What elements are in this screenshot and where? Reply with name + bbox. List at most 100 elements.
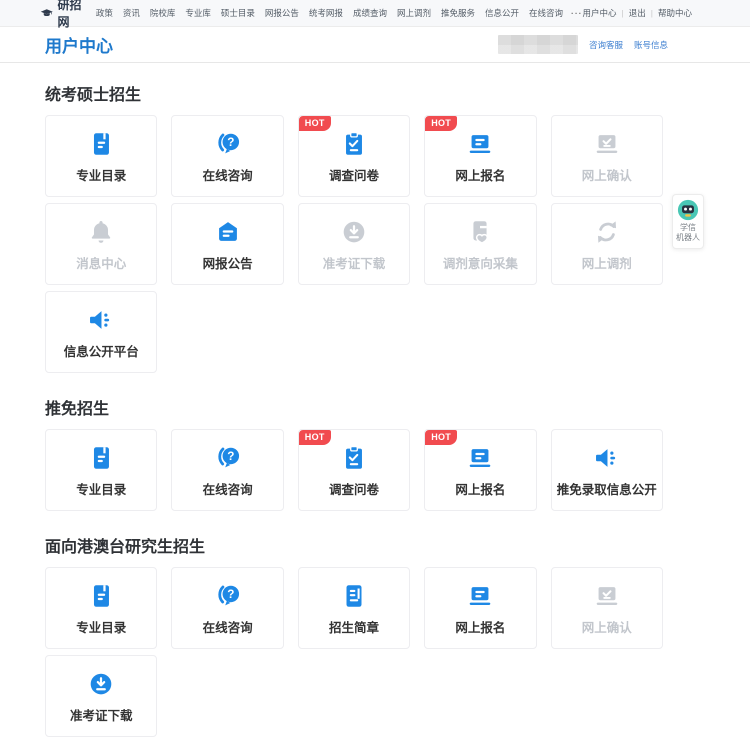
- card-admission-ticket-download[interactable]: 准考证下载: [45, 655, 157, 737]
- robot-avatar-icon: [677, 199, 699, 221]
- notebook-icon: [86, 581, 116, 611]
- chat-question-icon: ?: [213, 581, 243, 611]
- hot-badge: HOT: [299, 430, 331, 445]
- card-tuimian-admission-disclosure[interactable]: 推免录取信息公开: [551, 429, 663, 511]
- card-online-registration[interactable]: 网上报名: [424, 567, 536, 649]
- nav-item-0[interactable]: 政策: [94, 7, 115, 19]
- more-menu-icon[interactable]: ···: [571, 8, 583, 18]
- hot-badge: HOT: [299, 116, 331, 131]
- nav-account-links: 用户中心|退出|帮助中心: [583, 7, 692, 19]
- notebook-icon: [86, 129, 116, 159]
- card-admission-guide[interactable]: 招生简章: [298, 567, 410, 649]
- clipboard-check-icon: [339, 443, 369, 473]
- site-logo-text: 研招网: [58, 0, 82, 30]
- card-label: 网上调剂: [582, 253, 632, 272]
- card-online-consult[interactable]: ? 在线咨询: [171, 567, 283, 649]
- user-name-redacted: [498, 35, 578, 54]
- card-survey-questionnaire[interactable]: HOT 调查问卷: [298, 115, 410, 197]
- section-unified-exam-masters: 统考硕士招生专业目录?在线咨询HOT调查问卷HOT网上报名网上确认消息中心网报公…: [45, 86, 663, 373]
- card-major-catalog[interactable]: 专业目录: [45, 429, 157, 511]
- nav-item-6[interactable]: 统考网报: [307, 7, 345, 19]
- card-major-catalog[interactable]: 专业目录: [45, 567, 157, 649]
- card-major-catalog[interactable]: 专业目录: [45, 115, 157, 197]
- section-hk-macao-taiwan: 面向港澳台研究生招生专业目录? 在线咨询 招生简章 网上报名网上确认准考证下载: [45, 538, 663, 737]
- nav-item-1[interactable]: 资讯: [121, 7, 142, 19]
- laptop-icon: [465, 129, 495, 159]
- card-grid: 专业目录?在线咨询HOT调查问卷HOT网上报名推免录取信息公开: [45, 429, 663, 511]
- nav-item-10[interactable]: 信息公开: [483, 7, 521, 19]
- card-label: 调查问卷: [329, 165, 379, 184]
- card-label: 网上报名: [455, 479, 505, 498]
- account-info-link[interactable]: 账号信息: [634, 39, 668, 51]
- nav-item-9[interactable]: 推免服务: [439, 7, 477, 19]
- nav-item-7[interactable]: 成绩查询: [351, 7, 389, 19]
- card-grid: 专业目录?在线咨询HOT调查问卷HOT网上报名网上确认消息中心网报公告准考证下载…: [45, 115, 663, 373]
- nav-item-4[interactable]: 硕士目录: [219, 7, 257, 19]
- laptop-check-icon: [592, 129, 622, 159]
- account-link-2[interactable]: 帮助中心: [658, 7, 692, 19]
- card-survey-questionnaire[interactable]: HOT调查问卷: [298, 429, 410, 511]
- separator: |: [622, 8, 624, 18]
- download-circle-icon: [339, 217, 369, 247]
- card-online-registration[interactable]: HOT网上报名: [424, 115, 536, 197]
- card-grid: 专业目录? 在线咨询 招生简章 网上报名网上确认准考证下载: [45, 567, 663, 737]
- card-online-consult[interactable]: ? 在线咨询: [171, 115, 283, 197]
- card-label: 专业目录: [76, 479, 126, 498]
- card-online-registration[interactable]: HOT网上报名: [424, 429, 536, 511]
- navbar-left: 研招网 政策资讯院校库专业库硕士目录网报公告统考网报成绩查询网上调剂推免服务信息…: [40, 0, 583, 30]
- clipboard-check-icon: [339, 129, 369, 159]
- refresh-icon: [592, 217, 622, 247]
- graduation-cap-icon: [40, 6, 54, 20]
- card-label: 准考证下载: [70, 705, 133, 724]
- site-logo[interactable]: 研招网: [40, 0, 82, 30]
- laptop-icon: [465, 581, 495, 611]
- card-admission-ticket-download: 准考证下载: [298, 203, 410, 285]
- card-label: 网上确认: [582, 165, 632, 184]
- main-nav: 政策资讯院校库专业库硕士目录网报公告统考网报成绩查询网上调剂推免服务信息公开在线…: [94, 7, 583, 19]
- speaker-icon: [86, 305, 116, 335]
- notebook-icon: [86, 443, 116, 473]
- card-label: 专业目录: [76, 617, 126, 636]
- top-navbar: 研招网 政策资讯院校库专业库硕士目录网报公告统考网报成绩查询网上调剂推免服务信息…: [0, 0, 750, 27]
- chat-question-icon: ?: [213, 443, 243, 473]
- card-label: 专业目录: [76, 165, 126, 184]
- card-label: 网报公告: [203, 253, 253, 272]
- card-label: 准考证下载: [323, 253, 386, 272]
- card-label: 网上确认: [582, 617, 632, 636]
- svg-text:?: ?: [227, 450, 234, 463]
- section-title: 面向港澳台研究生招生: [45, 538, 663, 558]
- nav-item-8[interactable]: 网上调剂: [395, 7, 433, 19]
- page-header: 用户中心 咨询客服 账号信息: [0, 27, 750, 63]
- nav-item-11[interactable]: 在线咨询: [527, 7, 565, 19]
- account-link-0[interactable]: 用户中心: [583, 7, 617, 19]
- section-title: 推免招生: [45, 400, 663, 420]
- bell-icon: [86, 217, 116, 247]
- page-title: 用户中心: [45, 32, 113, 57]
- robot-assistant-widget[interactable]: 学信 机器人: [672, 194, 704, 249]
- card-online-confirmation: 网上确认: [551, 567, 663, 649]
- card-info-disclosure-platform[interactable]: 信息公开平台: [45, 291, 157, 373]
- card-application-notice[interactable]: 网报公告: [171, 203, 283, 285]
- download-circle-icon: [86, 669, 116, 699]
- doc-lines-icon: [339, 581, 369, 611]
- nav-item-2[interactable]: 院校库: [148, 7, 178, 19]
- card-label: 网上报名: [455, 165, 505, 184]
- announcement-icon: [213, 217, 243, 247]
- card-online-confirmation: 网上确认: [551, 115, 663, 197]
- account-link-1[interactable]: 退出: [629, 7, 646, 19]
- robot-widget-label: 学信 机器人: [676, 223, 700, 243]
- card-label: 推免录取信息公开: [557, 479, 657, 498]
- section-title: 统考硕士招生: [45, 86, 663, 106]
- header-right: 咨询客服 账号信息: [498, 35, 668, 54]
- card-label: 在线咨询: [203, 479, 253, 498]
- card-label: 在线咨询: [203, 617, 253, 636]
- nav-item-3[interactable]: 专业库: [183, 7, 213, 19]
- nav-item-5[interactable]: 网报公告: [263, 7, 301, 19]
- card-label: 在线咨询: [203, 165, 253, 184]
- customer-service-link[interactable]: 咨询客服: [589, 39, 623, 51]
- card-label: 招生简章: [329, 617, 379, 636]
- svg-text:?: ?: [227, 136, 234, 149]
- card-label: 调剂意向采集: [443, 253, 518, 272]
- card-online-consult[interactable]: ? 在线咨询: [171, 429, 283, 511]
- chat-question-icon: ?: [213, 129, 243, 159]
